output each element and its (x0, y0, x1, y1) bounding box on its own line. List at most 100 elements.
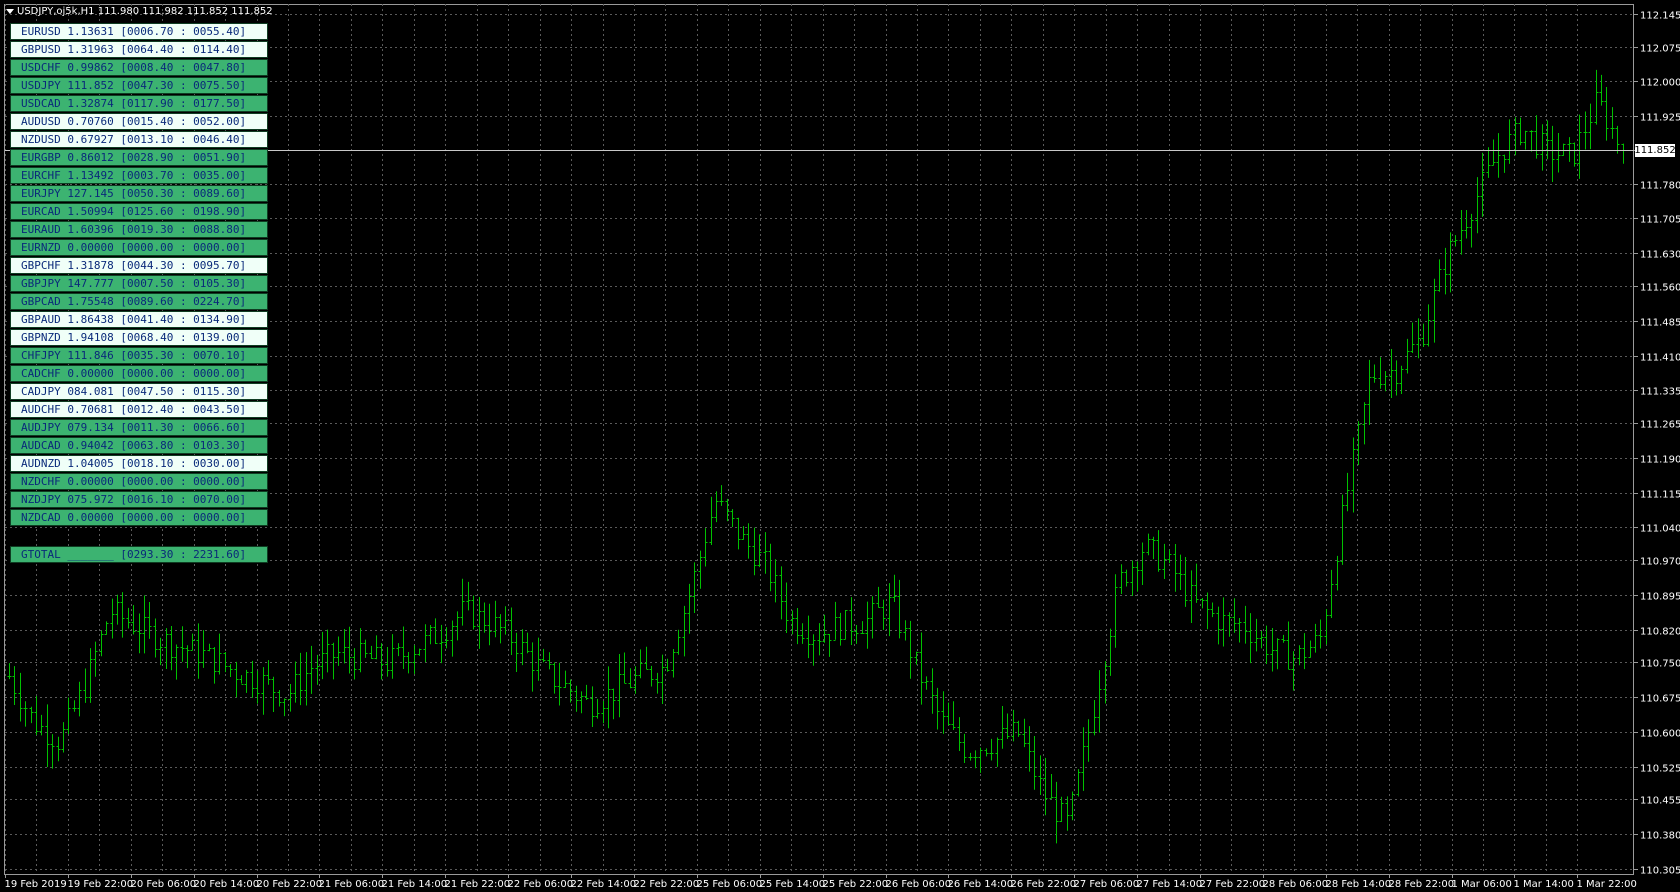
ohlc-bar (1567, 137, 1572, 162)
ohlc-bar (617, 653, 622, 718)
ohlc-bar (1032, 736, 1037, 790)
ohlc-bar (811, 634, 816, 666)
price-tick-label: 110.895 (1640, 592, 1680, 603)
current-price-badge: 111.852 (1634, 143, 1676, 157)
time-tick-label: 28 Feb 06:00 (1263, 879, 1329, 890)
time-tick-label: 20 Feb 22:00 (257, 879, 323, 890)
ohlc-bar (514, 632, 519, 673)
ohlc-bar (1113, 574, 1118, 648)
ohlc-bar (261, 667, 266, 715)
ohlc-bar (1119, 564, 1124, 594)
ohlc-bar (574, 685, 579, 712)
grand-total-row: GTOTAL _______ [0293.30 : 2231.60] (10, 546, 268, 563)
ohlc-bar (1167, 549, 1172, 564)
ohlc-bar (719, 485, 724, 506)
ohlc-bar (978, 747, 983, 773)
ohlc-bar (185, 645, 190, 669)
ohlc-bar (99, 630, 104, 657)
ohlc-bar (212, 647, 217, 684)
ohlc-bar (1534, 115, 1539, 159)
ohlc-bar (1194, 563, 1199, 603)
ohlc-bar (1070, 791, 1075, 821)
ohlc-bar (1459, 209, 1464, 255)
ohlc-bar (228, 664, 233, 677)
ohlc-bar (649, 665, 654, 687)
ohlc-bar (45, 704, 50, 767)
time-tick-label: 25 Feb 22:00 (823, 879, 889, 890)
ohlc-bar (870, 596, 875, 639)
ohlc-bar (827, 633, 832, 657)
ohlc-bar (331, 642, 336, 680)
dropdown-triangle-icon[interactable] (6, 9, 14, 14)
ohlc-bar (951, 701, 956, 731)
pair-row: CADCHF 0.00000 [0000.00 : 0000.00] (10, 365, 268, 382)
ohlc-bar (746, 523, 751, 559)
ohlc-bar (1286, 621, 1291, 670)
ohlc-bar (536, 637, 541, 681)
time-tick-label: 25 Feb 14:00 (760, 879, 826, 890)
ohlc-bar (1340, 494, 1345, 565)
ohlc-bar (520, 629, 525, 666)
ohlc-bar (1588, 103, 1593, 150)
ohlc-bar (190, 633, 195, 651)
ohlc-bar (428, 624, 433, 645)
pair-row: GBPCHF 1.31878 [0044.30 : 0095.70] (10, 257, 268, 274)
time-tick-label: 26 Feb 14:00 (948, 879, 1014, 890)
ohlc-bar (1491, 139, 1496, 166)
chart-window[interactable]: 112.145 112.075 112.000 111.925 111.780 111.7… (0, 0, 1680, 892)
ohlc-bar (1464, 210, 1469, 239)
time-tick-label: 1 Mar 22:00 (1577, 879, 1637, 890)
pair-row: EURGBP 0.86012 [0028.90 : 0051.90] (10, 149, 268, 166)
time-tick-label: 19 Feb 2019 (5, 879, 67, 890)
ohlc-bar (412, 645, 417, 674)
ohlc-bar (1210, 602, 1215, 618)
ohlc-bar (320, 631, 325, 680)
time-axis[interactable]: 19 Feb 2019 19 Feb 22:0020 Feb 06:0020 Fe… (5, 874, 1637, 890)
ohlc-bar (1259, 631, 1264, 649)
ohlc-bar (1604, 87, 1609, 141)
pair-row: EURJPY 127.145 [0050.30 : 0089.60] (10, 185, 268, 202)
ohlc-bar (466, 581, 471, 611)
ohlc-bar (342, 629, 347, 664)
price-tick-label: 111.560 (1640, 283, 1680, 294)
ohlc-bar (250, 660, 255, 698)
ohlc-bar (196, 623, 201, 679)
ohlc-bar (1264, 625, 1269, 664)
price-axis[interactable]: 112.145 112.075 112.000 111.925 111.780 111.7… (1634, 11, 1680, 877)
ohlc-bar (1124, 569, 1129, 587)
time-tick-label: 28 Feb 22:00 (1389, 879, 1455, 890)
price-tick-label: 111.780 (1640, 181, 1680, 192)
ohlc-bar (131, 605, 136, 635)
time-tick-label: 20 Feb 14:00 (194, 879, 260, 890)
ohlc-bar (66, 697, 71, 734)
ohlc-bar (234, 661, 239, 698)
ohlc-bar (849, 597, 854, 646)
ohlc-bar (590, 686, 595, 727)
ohlc-bar (655, 672, 660, 694)
price-tick-label: 110.820 (1640, 627, 1680, 638)
ohlc-bar (682, 605, 687, 657)
ohlc-bar (1200, 597, 1205, 609)
price-tick-label: 111.705 (1640, 215, 1680, 226)
ohlc-bar (601, 700, 606, 724)
ohlc-bar (1486, 147, 1491, 178)
ohlc-bar (714, 491, 719, 523)
ohlc-bar (271, 676, 276, 713)
chart-title-bar[interactable]: USDJPY,oj5k,H1 111.980 111.982 111.852 1… (6, 5, 273, 18)
pair-row: NZDCAD 0.00000 [0000.00 : 0000.00] (10, 509, 268, 526)
ohlc-bar (126, 607, 131, 629)
time-tick-label: 22 Feb 14:00 (571, 879, 637, 890)
time-tick-label: 20 Feb 06:00 (131, 879, 197, 890)
ohlc-bar (423, 624, 428, 663)
ohlc-bar (1221, 597, 1226, 647)
pair-row: AUDNZD 1.04005 [0018.10 : 0030.00] (10, 455, 268, 472)
ohlc-bar (1318, 619, 1323, 649)
ohlc-bar (838, 612, 843, 646)
ohlc-bar (169, 625, 174, 671)
pair-row: AUDJPY 079.134 [0011.30 : 0066.60] (10, 419, 268, 436)
ohlc-bar (1162, 543, 1167, 580)
ohlc-bar (401, 626, 406, 670)
ohlc-bar (698, 550, 703, 589)
ohlc-bar (23, 701, 28, 727)
pair-row: AUDCAD 0.94042 [0063.80 : 0103.30] (10, 437, 268, 454)
